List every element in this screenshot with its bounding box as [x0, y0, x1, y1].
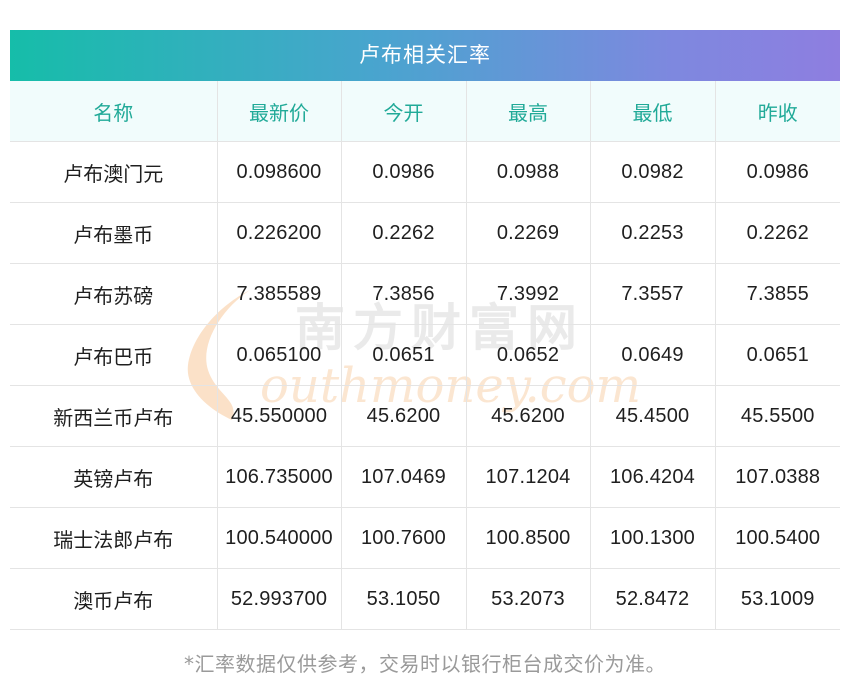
header-name: 名称 [10, 81, 218, 142]
header-latest: 最新价 [217, 81, 342, 142]
header-high: 最高 [466, 81, 591, 142]
prev-close-price: 107.0388 [715, 446, 840, 508]
currency-name: 卢布墨币 [10, 202, 218, 264]
currency-name: 澳币卢布 [10, 568, 218, 630]
table-row: 卢布巴币 0.065100 0.0651 0.0652 0.0649 0.065… [10, 324, 840, 386]
low-price: 52.8472 [590, 568, 716, 630]
low-price: 100.1300 [590, 507, 716, 569]
low-price: 0.0649 [590, 324, 716, 386]
table-row: 澳币卢布 52.993700 53.1050 53.2073 52.8472 5… [10, 568, 840, 630]
high-price: 100.8500 [466, 507, 591, 569]
table-row: 英镑卢布 106.735000 107.0469 107.1204 106.42… [10, 446, 840, 508]
high-price: 0.0652 [466, 324, 591, 386]
table-row: 新西兰币卢布 45.550000 45.6200 45.6200 45.4500… [10, 385, 840, 447]
low-price: 0.2253 [590, 202, 716, 264]
latest-price: 52.993700 [217, 568, 342, 630]
prev-close-price: 45.5500 [715, 385, 840, 447]
rates-card: 卢布相关汇率 名称 最新价 今开 最高 最低 昨收 卢布澳门元 0.098600 [10, 30, 840, 630]
high-price: 107.1204 [466, 446, 591, 508]
open-price: 45.6200 [341, 385, 467, 447]
header-low: 最低 [590, 81, 716, 142]
header-open: 今开 [341, 81, 467, 142]
prev-close-price: 7.3855 [715, 263, 840, 325]
low-price: 45.4500 [590, 385, 716, 447]
currency-name: 卢布苏磅 [10, 263, 218, 325]
latest-price: 45.550000 [217, 385, 342, 447]
table-row: 卢布墨币 0.226200 0.2262 0.2269 0.2253 0.226… [10, 202, 840, 264]
open-price: 0.0651 [341, 324, 467, 386]
latest-price: 106.735000 [217, 446, 342, 508]
latest-price: 0.065100 [217, 324, 342, 386]
high-price: 45.6200 [466, 385, 591, 447]
currency-name: 英镑卢布 [10, 446, 218, 508]
currency-name: 卢布澳门元 [10, 141, 218, 203]
latest-price: 7.385589 [217, 263, 342, 325]
low-price: 0.0982 [590, 141, 716, 203]
high-price: 0.0988 [466, 141, 591, 203]
currency-name: 卢布巴币 [10, 324, 218, 386]
currency-name: 新西兰币卢布 [10, 385, 218, 447]
header-prev-close: 昨收 [715, 81, 840, 142]
high-price: 0.2269 [466, 202, 591, 264]
latest-price: 0.226200 [217, 202, 342, 264]
open-price: 7.3856 [341, 263, 467, 325]
high-price: 7.3992 [466, 263, 591, 325]
table-title: 卢布相关汇率 [10, 30, 840, 81]
prev-close-price: 100.5400 [715, 507, 840, 569]
open-price: 100.7600 [341, 507, 467, 569]
latest-price: 100.540000 [217, 507, 342, 569]
low-price: 106.4204 [590, 446, 716, 508]
open-price: 0.0986 [341, 141, 467, 203]
prev-close-price: 0.2262 [715, 202, 840, 264]
open-price: 53.1050 [341, 568, 467, 630]
table-row: 卢布苏磅 7.385589 7.3856 7.3992 7.3557 7.385… [10, 263, 840, 325]
currency-name: 瑞士法郎卢布 [10, 507, 218, 569]
table-row: 卢布澳门元 0.098600 0.0986 0.0988 0.0982 0.09… [10, 141, 840, 203]
prev-close-price: 0.0986 [715, 141, 840, 203]
header-row: 名称 最新价 今开 最高 最低 昨收 [10, 81, 840, 142]
table-row: 瑞士法郎卢布 100.540000 100.7600 100.8500 100.… [10, 507, 840, 569]
low-price: 7.3557 [590, 263, 716, 325]
rates-table: 名称 最新价 今开 最高 最低 昨收 卢布澳门元 0.098600 0.0986… [10, 81, 840, 630]
prev-close-price: 0.0651 [715, 324, 840, 386]
prev-close-price: 53.1009 [715, 568, 840, 630]
latest-price: 0.098600 [217, 141, 342, 203]
high-price: 53.2073 [466, 568, 591, 630]
open-price: 0.2262 [341, 202, 467, 264]
open-price: 107.0469 [341, 446, 467, 508]
disclaimer-footnote: *汇率数据仅供参考，交易时以银行柜台成交价为准。 [184, 652, 666, 676]
